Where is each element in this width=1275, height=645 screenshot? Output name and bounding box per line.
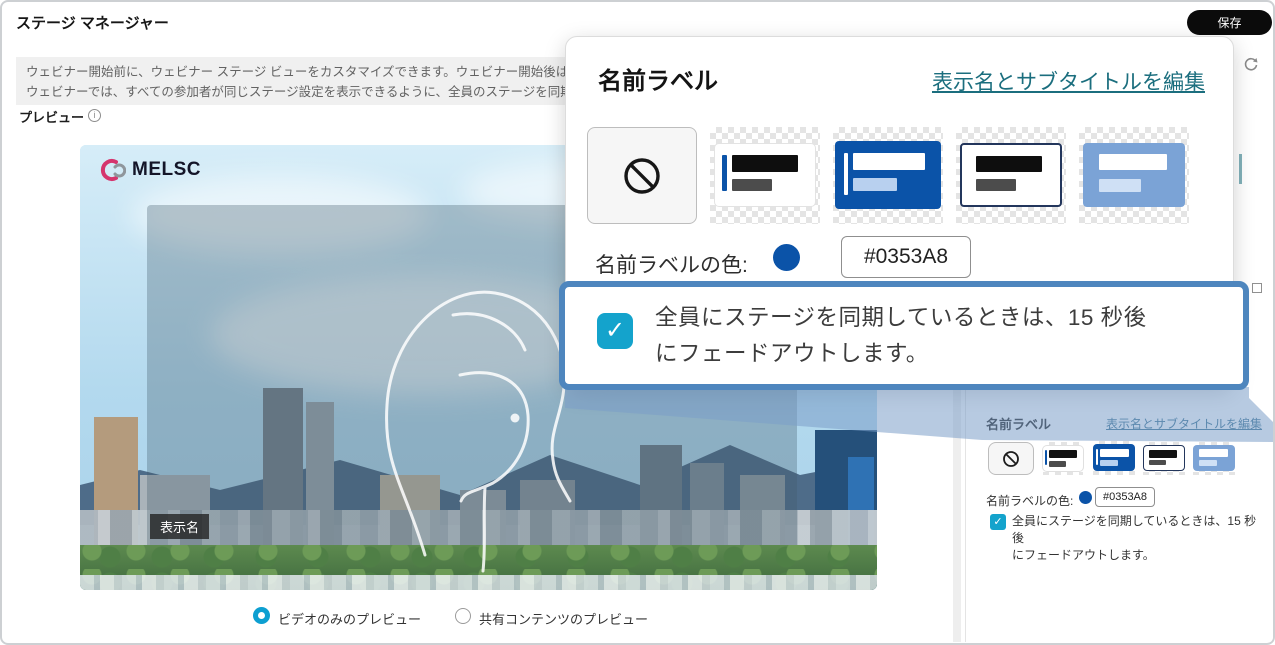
accent-bar bbox=[1096, 449, 1098, 465]
radio-video-only[interactable] bbox=[253, 607, 270, 624]
sidebar-label-style-blue[interactable] bbox=[1093, 441, 1135, 475]
subtitle-bar bbox=[732, 179, 772, 191]
sidebar-label-style-none[interactable] bbox=[988, 442, 1034, 475]
info-icon[interactable]: i bbox=[88, 109, 101, 122]
sidebar-sync-fade-checkbox[interactable]: ✓ bbox=[990, 514, 1006, 530]
obscured-content-sliver bbox=[1239, 154, 1242, 184]
town-strip bbox=[80, 575, 877, 590]
sidebar-label-style-outline[interactable] bbox=[1143, 442, 1185, 475]
overlay-label-style-outline[interactable] bbox=[956, 127, 1066, 224]
sidebar-sync-line-2: にフェードアウトします。 bbox=[1012, 548, 1155, 562]
subtitle-bar bbox=[976, 179, 1016, 191]
page-title: ステージ マネージャー bbox=[16, 12, 169, 33]
stage-manager-window: ステージ マネージャー 保存 ウェビナー開始前に、ウェビナー ステージ ビューを… bbox=[0, 0, 1275, 645]
overlay-sync-fade-label: 全員にステージを同期しているときは、15 秒後 にフェードアウトします。 bbox=[655, 300, 1225, 372]
refresh-icon[interactable] bbox=[1242, 56, 1260, 74]
name-bar bbox=[976, 156, 1042, 172]
brand-logo-icon bbox=[96, 155, 126, 185]
overlay-color-swatch[interactable] bbox=[773, 244, 800, 271]
radio-shared-content[interactable] bbox=[455, 608, 471, 624]
subtitle-bar bbox=[1149, 460, 1166, 465]
brand-logo: MELSC bbox=[96, 155, 201, 185]
ban-icon bbox=[1002, 450, 1020, 468]
sidebar-color-swatch[interactable] bbox=[1079, 491, 1092, 504]
accent-bar bbox=[844, 153, 848, 195]
name-bar bbox=[1149, 450, 1177, 458]
radio-shared-content-label[interactable]: 共有コンテンツのプレビュー bbox=[479, 609, 648, 628]
name-bar bbox=[732, 155, 798, 172]
subtitle-bar bbox=[1100, 460, 1118, 466]
sidebar-color-input[interactable] bbox=[1095, 487, 1155, 507]
brand-logo-text: MELSC bbox=[132, 159, 201, 181]
preview-section-label: プレビュー bbox=[19, 107, 84, 126]
overlay-label-style-dark[interactable] bbox=[710, 127, 820, 224]
overlay-sync-fade-checkbox[interactable]: ✓ bbox=[597, 313, 633, 349]
overlay-sync-line-1: 全員にステージを同期しているときは、15 秒後 bbox=[655, 305, 1147, 330]
subtitle-bar bbox=[1049, 461, 1066, 467]
overlay-edit-display-name-link[interactable]: 表示名とサブタイトルを編集 bbox=[932, 66, 1205, 96]
window-icon[interactable] bbox=[1252, 283, 1262, 293]
overlay-label-style-translucent[interactable] bbox=[1079, 127, 1189, 224]
display-name-badge: 表示名 bbox=[150, 514, 209, 539]
name-bar bbox=[1049, 450, 1077, 458]
subtitle-bar bbox=[853, 178, 897, 191]
accent-bar bbox=[1045, 450, 1047, 465]
sidebar-label-style-translucent[interactable] bbox=[1193, 442, 1235, 475]
sidebar-label-style-dark[interactable] bbox=[1043, 442, 1083, 475]
overlay-color-input[interactable] bbox=[841, 236, 971, 278]
overlay-sync-line-2: にフェードアウトします。 bbox=[655, 341, 929, 366]
sidebar-edit-display-name-link[interactable]: 表示名とサブタイトルを編集 bbox=[1106, 415, 1262, 432]
subtitle-bar bbox=[1199, 460, 1217, 466]
ban-icon bbox=[622, 156, 662, 196]
sync-fade-callout: ✓ 全員にステージを同期しているときは、15 秒後 にフェードアウトします。 bbox=[559, 281, 1249, 390]
accent-bar bbox=[722, 155, 727, 191]
sidebar-sync-fade-label: 全員にステージを同期しているときは、15 秒後 にフェードアウトします。 bbox=[1012, 513, 1262, 564]
name-bar bbox=[853, 153, 925, 170]
overlay-label-style-none[interactable] bbox=[587, 127, 697, 224]
avatar-sketch bbox=[365, 255, 585, 575]
sidebar-sync-line-1: 全員にステージを同期しているときは、15 秒後 bbox=[1012, 514, 1256, 545]
subtitle-bar bbox=[1099, 179, 1141, 192]
sidebar-color-label: 名前ラベルの色: bbox=[986, 492, 1073, 509]
sidebar-name-label-title: 名前ラベル bbox=[986, 414, 1051, 433]
overlay-name-label-title: 名前ラベル bbox=[598, 61, 718, 96]
name-bar bbox=[1199, 449, 1228, 457]
overlay-label-style-blue[interactable] bbox=[833, 127, 943, 224]
save-button[interactable]: 保存 bbox=[1187, 10, 1272, 35]
overlay-color-label: 名前ラベルの色: bbox=[595, 249, 748, 279]
radio-video-only-label[interactable]: ビデオのみのプレビュー bbox=[278, 609, 421, 628]
name-bar bbox=[1100, 449, 1129, 457]
name-bar bbox=[1099, 154, 1167, 170]
